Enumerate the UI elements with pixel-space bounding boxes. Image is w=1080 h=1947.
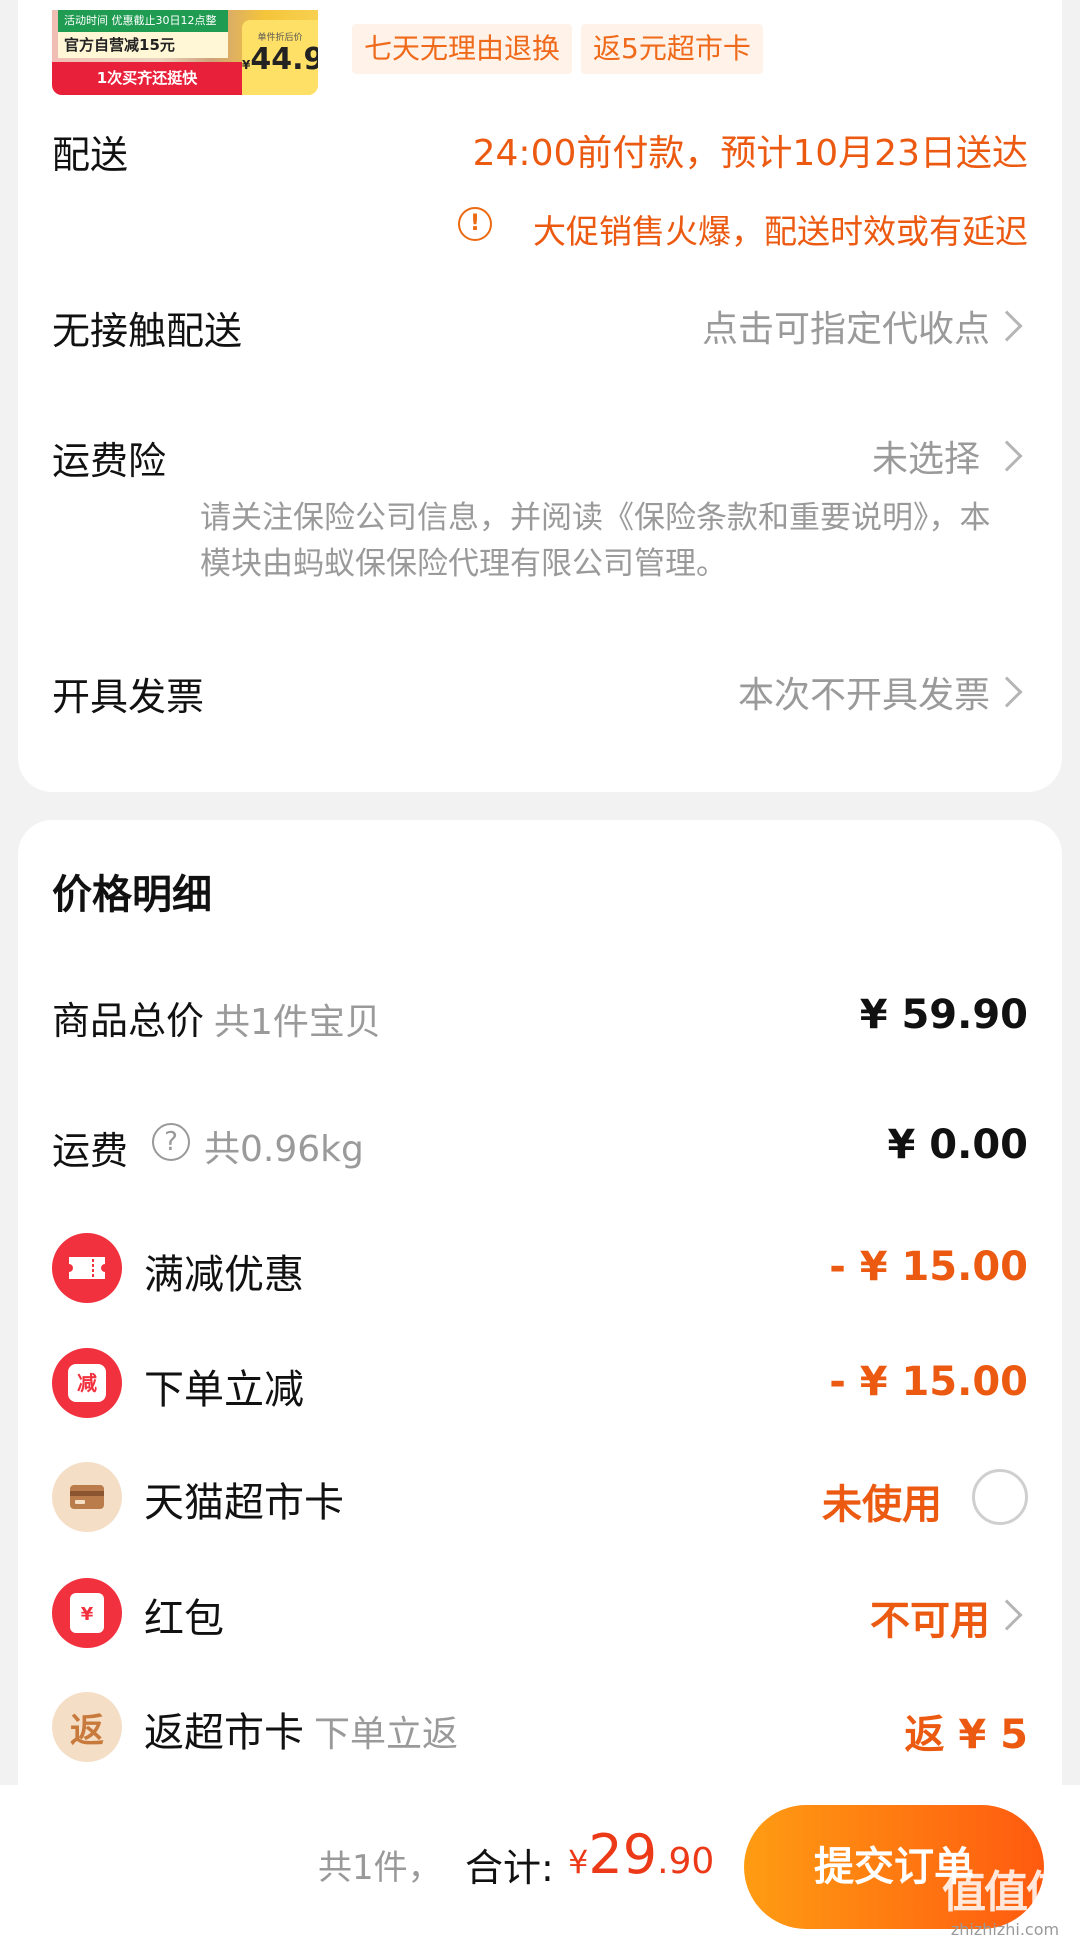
chevron-right-icon <box>991 310 1023 342</box>
chevron-right-icon <box>991 440 1023 472</box>
price-detail-card: 价格明细 商品总价 共1件宝贝 ¥ 59.90 运费 ? 共0.96kg ¥ 0.… <box>18 820 1062 1820</box>
total-integer: 29 <box>588 1823 658 1886</box>
reduce-icon: 减 <box>52 1348 122 1418</box>
shipping-label: 运费 <box>52 1129 129 1173</box>
insurance-value: 未选择 <box>871 439 980 480</box>
shipping-weight: 共0.96kg <box>204 1129 364 1170</box>
thumb-price-value: 44.9 <box>250 42 318 77</box>
warning-icon: ! <box>458 207 492 241</box>
red-packet-status: 不可用 <box>870 1598 990 1644</box>
total-label: 合计: <box>465 1846 554 1890</box>
watermark: 值值值 zhizhizhi.com <box>942 1856 1070 1939</box>
shipping-value: ¥ 0.00 <box>887 1122 1028 1168</box>
watermark-url: zhizhizhi.com <box>950 1920 1060 1939</box>
checkout-bar: 共1件， 合计: ¥29.90 提交订单 值值值 zhizhizhi.com <box>0 1785 1080 1947</box>
rebate-sub: 下单立返 <box>314 1714 459 1755</box>
rebate-value: 返 ¥ 5 <box>904 1712 1028 1758</box>
delivery-warning: 大促销售火爆，配送时效或有延迟 <box>533 212 1028 251</box>
rebate-icon-text: 返 <box>70 1710 104 1751</box>
invoice-label: 开具发票 <box>52 675 205 719</box>
full-reduction-value: - ¥ 15.00 <box>829 1244 1028 1290</box>
radio-unchecked-icon[interactable] <box>972 1469 1028 1525</box>
price-detail-title: 价格明细 <box>52 872 212 918</box>
goods-total-label: 商品总价 共1件宝贝 <box>52 990 381 1045</box>
insurance-label: 运费险 <box>52 439 167 483</box>
rebate-card-badge: 返5元超市卡 <box>581 24 763 74</box>
invoice-value: 本次不开具发票 <box>737 675 990 716</box>
full-reduction-label: 满减优惠 <box>144 1252 304 1298</box>
chevron-right-icon <box>991 1599 1023 1631</box>
tmall-card-status: 未使用 <box>822 1482 942 1528</box>
help-icon[interactable]: ? <box>152 1123 190 1161</box>
delivery-estimate: 24:00前付款，预计10月23日送达 <box>472 133 1028 174</box>
total-decimal: .90 <box>657 1841 715 1882</box>
delivery-label: 配送 <box>52 133 129 177</box>
total-amount: ¥29.90 <box>568 1823 714 1886</box>
order-reduction-label: 下单立减 <box>144 1367 304 1413</box>
order-info-card: 活动时间 优惠截止30日12点整 官方自营减15元 1次买齐还挺快 单件折后价 … <box>18 0 1062 792</box>
contactless-value: 点击可指定代收点 <box>701 309 990 350</box>
thumb-price: ¥44.9 <box>242 43 318 82</box>
product-thumbnail[interactable]: 活动时间 优惠截止30日12点整 官方自营减15元 1次买齐还挺快 单件折后价 … <box>52 10 318 95</box>
goods-total-text: 商品总价 <box>52 999 205 1043</box>
card-icon <box>52 1462 122 1532</box>
return-policy-badge: 七天无理由退换 <box>352 24 573 74</box>
chevron-right-icon <box>991 676 1023 708</box>
tmall-card-label: 天猫超市卡 <box>144 1480 344 1526</box>
insurance-note: 请关注保险公司信息，并阅读《保险条款和重要说明》，本模块由蚂蚁保保险代理有限公司… <box>200 500 991 582</box>
thumb-price-box: 单件折后价 ¥44.9 <box>242 20 318 95</box>
thumb-promo-slogan: 1次买齐还挺快 <box>52 62 242 95</box>
rebate-label-text: 返超市卡 <box>144 1710 304 1756</box>
total-currency: ¥ <box>568 1843 589 1881</box>
red-packet-label: 红包 <box>144 1596 224 1642</box>
thumb-promo-title: 官方自营减15元 <box>58 32 228 58</box>
coupon-icon <box>52 1233 122 1303</box>
goods-count: 共1件宝贝 <box>214 1002 381 1043</box>
item-count: 共1件， <box>318 1848 442 1888</box>
goods-total-value: ¥ 59.90 <box>859 992 1028 1038</box>
rebate-icon: 返 <box>52 1692 122 1762</box>
red-packet-icon-text: ¥ <box>70 1593 104 1633</box>
reduce-icon-text: 减 <box>68 1364 106 1402</box>
red-packet-icon: ¥ <box>52 1578 122 1648</box>
contactless-label: 无接触配送 <box>52 309 243 353</box>
order-reduction-value: - ¥ 15.00 <box>829 1359 1028 1405</box>
watermark-logo: 值值值 <box>942 1867 1070 1918</box>
rebate-label: 返超市卡 下单立返 <box>144 1700 458 1758</box>
thumb-promo-time: 活动时间 优惠截止30日12点整 <box>58 10 228 32</box>
